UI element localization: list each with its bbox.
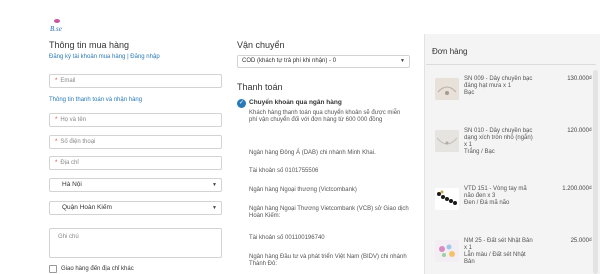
item-price: 130.000₫ — [567, 76, 592, 82]
payment-info-link[interactable]: Thông tin thanh toán và nhận hàng — [49, 97, 142, 103]
account-dab: Tài khoản số 0101755506 — [249, 168, 319, 174]
district-value: Quận Hoàn Kiếm — [62, 204, 112, 211]
alt-address-checkbox[interactable] — [49, 265, 57, 273]
payment-description: Khách hàng thanh toán qua chuyển khoản s… — [249, 110, 401, 124]
bank-dab: Ngân hàng Đông Á (DAB) chi nhánh Minh Kh… — [249, 150, 376, 156]
shipping-section: Vận chuyển — [237, 40, 410, 50]
checkout-title: Thông tin mua hàng — [49, 40, 130, 50]
order-item: NM 25 - Đất sét Nhật Bản x 1 Lẵn màu / Đ… — [432, 238, 592, 274]
bank-vcb: Ngân hàng Ngoại thương (Victcombank) — [249, 187, 357, 193]
register-link[interactable]: Đăng ký tài khoản mua hàng — [49, 54, 125, 60]
phone-field[interactable]: * Số điện thoại — [49, 135, 222, 149]
link-separator: | — [127, 54, 129, 60]
order-scrollbar[interactable] — [593, 70, 598, 274]
auth-links: Đăng ký tài khoản mua hàng | Đăng nhập — [49, 54, 222, 60]
name-placeholder: Họ và tên — [60, 117, 87, 123]
email-field[interactable]: * Email — [49, 74, 222, 88]
phone-placeholder: Số điện thoại — [60, 139, 96, 145]
item-price: 25.000₫ — [570, 238, 592, 244]
required-mark: * — [55, 160, 58, 166]
note-textarea[interactable]: Ghi chú — [49, 228, 222, 258]
product-thumbnail — [435, 78, 459, 100]
item-name: VTD 151 - Vòng tay mã não đen x 3 Đen / … — [464, 186, 534, 207]
account-vcb: Tài khoản số 001100196740 — [249, 235, 325, 241]
order-item: SN 010 - Dây chuyền bạc dạng xích tròn n… — [432, 128, 592, 168]
item-variant: Đen / Đá mã não — [464, 200, 510, 206]
note-placeholder: Ghi chú — [58, 234, 79, 240]
item-variant: Bạc — [464, 90, 475, 96]
bank-bidv: Ngân hàng Đầu tư và phát triển Việt Nam … — [249, 254, 407, 268]
order-item: SN 009 - Dây chuyền bạc đáng hạt mưa x 1… — [432, 76, 592, 116]
item-name-text: SN 010 - Dây chuyền bạc dạng xích tròn n… — [464, 128, 533, 148]
radio-checked-icon[interactable]: ✓ — [237, 99, 246, 108]
shipping-method-select[interactable]: COD (khách tự trả phí khi nhận) - 0 ▼ — [237, 55, 410, 68]
address-placeholder: Địa chỉ — [60, 160, 79, 166]
item-name: SN 010 - Dây chuyền bạc dạng xích tròn n… — [464, 128, 534, 156]
city-value: Hà Nội — [62, 181, 82, 188]
item-name-text: NM 25 - Đất sét Nhật Bản x 1 — [464, 238, 533, 251]
shipping-title: Vận chuyển — [237, 40, 285, 50]
city-select[interactable]: Hà Nội ▼ — [49, 178, 222, 192]
payment-title: Thanh toán — [237, 82, 283, 92]
logo-flower-icon — [54, 19, 60, 23]
email-placeholder: Email — [60, 78, 76, 84]
required-mark: * — [55, 139, 58, 145]
product-thumbnail — [435, 130, 459, 152]
order-item: VTD 151 - Vòng tay mã não đen x 3 Đen / … — [432, 186, 592, 226]
payment-option-name: Chuyển khoản qua ngân hàng — [249, 99, 342, 106]
address-field[interactable]: * Địa chỉ — [49, 156, 222, 170]
checkout-info-section: Thông tin mua hàng Đăng ký tài khoản mua… — [49, 40, 222, 60]
product-thumbnail — [435, 188, 459, 210]
item-variant: Lẵn màu / Đất sét Nhật Bản — [464, 252, 526, 265]
bank-vcb-detail: Ngân hàng Ngoại Thương Vietcombank (VCB)… — [249, 206, 409, 220]
district-select[interactable]: Quận Hoàn Kiếm ▼ — [49, 201, 222, 215]
order-title: Đơn hàng — [432, 47, 468, 56]
name-field[interactable]: * Họ và tên — [49, 113, 222, 127]
alt-address-label: Giao hàng đến địa chỉ khác — [61, 266, 134, 272]
required-mark: * — [55, 78, 58, 84]
item-variant: Trắng / Bạc — [464, 149, 495, 155]
shipping-method-value: COD (khách tự trả phí khi nhận) - 0 — [242, 58, 337, 64]
item-name-text: SN 009 - Dây chuyền bạc đáng hạt mưa x 1 — [464, 76, 533, 89]
brand-logo[interactable]: B.se — [50, 19, 72, 36]
item-price: 120.000₫ — [567, 128, 592, 134]
logo-text: B.se — [50, 25, 62, 33]
chevron-down-icon: ▼ — [212, 182, 217, 188]
login-link[interactable]: Đăng nhập — [130, 54, 159, 60]
required-mark: * — [55, 117, 58, 123]
alt-address-option[interactable]: Giao hàng đến địa chỉ khác — [49, 265, 134, 273]
item-name: SN 009 - Dây chuyền bạc đáng hạt mưa x 1… — [464, 76, 534, 97]
product-thumbnail — [435, 240, 459, 262]
item-price: 1.200.000₫ — [562, 186, 592, 192]
chevron-down-icon: ▼ — [212, 205, 217, 211]
item-name: NM 25 - Đất sét Nhật Bản x 1 Lẵn màu / Đ… — [464, 238, 534, 266]
item-name-text: VTD 151 - Vòng tay mã não đen x 3 — [464, 186, 527, 199]
chevron-down-icon: ▼ — [400, 58, 405, 64]
order-divider — [426, 64, 596, 65]
